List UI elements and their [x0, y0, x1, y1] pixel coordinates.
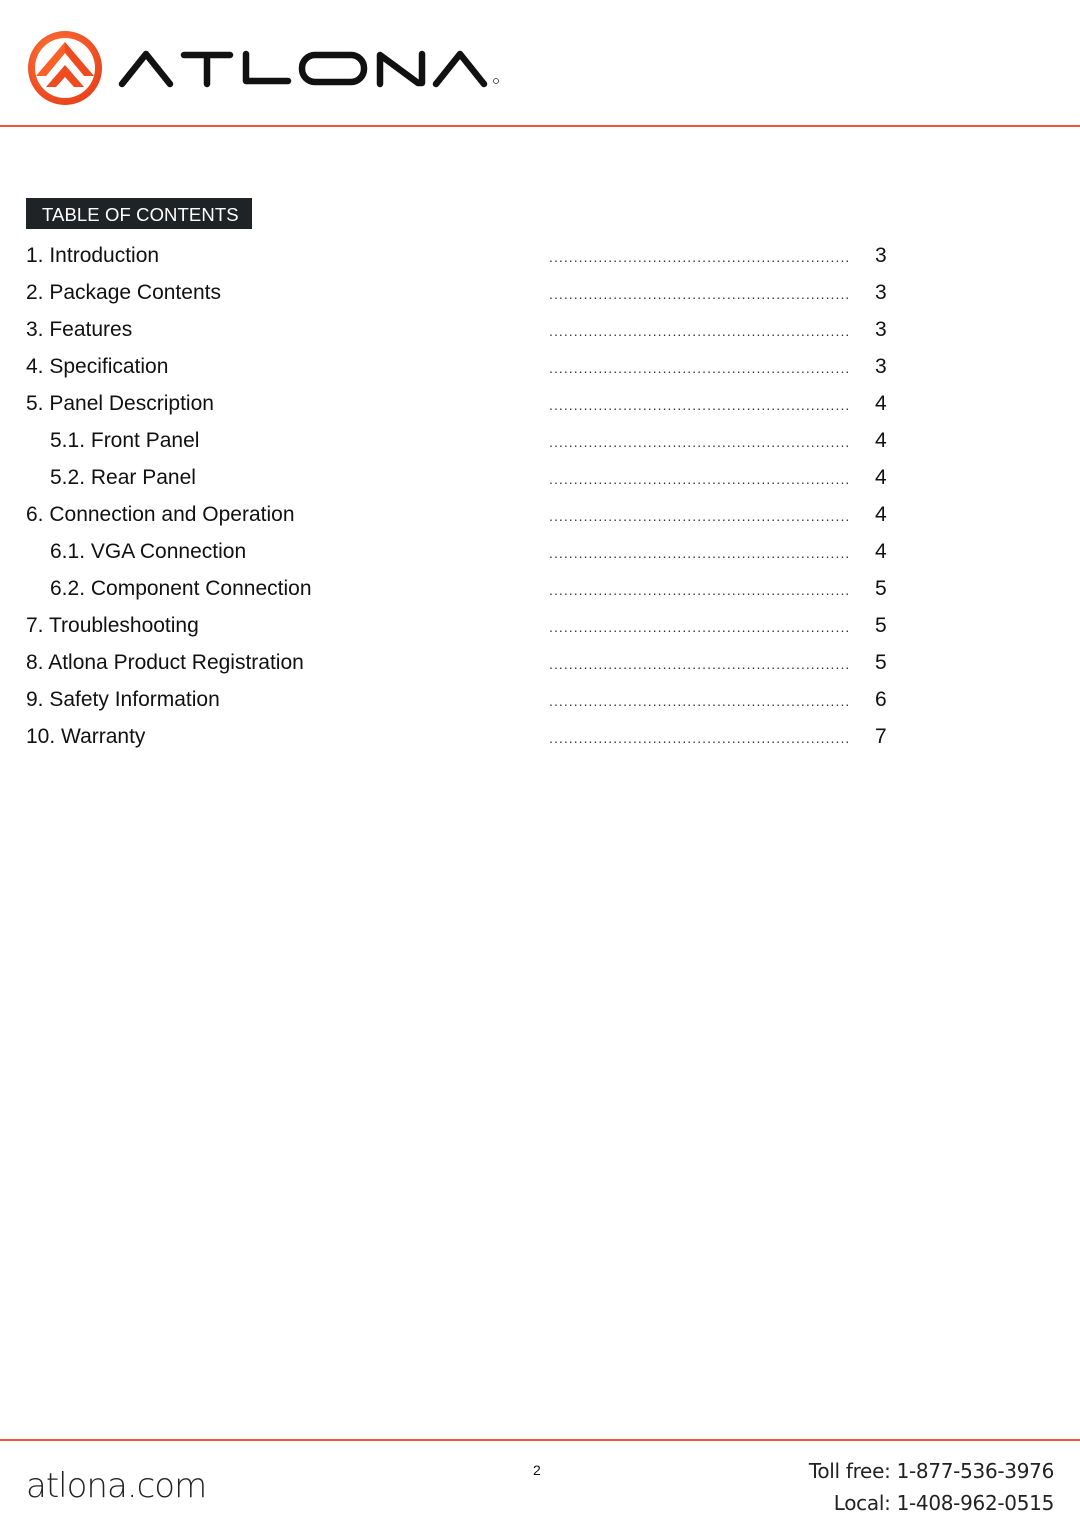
toc-entry-label[interactable]: 4. Specification	[26, 354, 168, 380]
toc-entry-label[interactable]: 7. Troubleshooting	[26, 613, 199, 639]
atlona-logo-icon	[28, 31, 102, 105]
toll-free-phone: Toll free: 1-877-536-3976	[808, 1459, 1054, 1483]
toc-entry[interactable]: 6.1. VGA Connection.....................…	[0, 534, 1080, 571]
toc-entry-page[interactable]: 4	[875, 465, 887, 491]
toc-entry-label[interactable]: 10. Warranty	[26, 724, 145, 750]
atlona-wordmark	[118, 50, 499, 88]
toc-entry-label[interactable]: 1. Introduction	[26, 243, 159, 269]
toc-entry-page[interactable]: 5	[875, 613, 887, 639]
toc-dot-leader: ........................................…	[549, 249, 851, 265]
toc-entry-label[interactable]: 6. Connection and Operation	[26, 502, 295, 528]
toc-dot-leader: ........................................…	[549, 582, 851, 598]
toc-entry[interactable]: 8. Atlona Product Registration..........…	[0, 645, 1080, 682]
toc-entry-page[interactable]: 6	[875, 687, 887, 713]
toc-entry-page[interactable]: 3	[875, 280, 887, 306]
toc-entry[interactable]: 7. Troubleshooting......................…	[0, 608, 1080, 645]
toc-entry-label[interactable]: 8. Atlona Product Registration	[26, 650, 304, 676]
toc-dot-leader: ........................................…	[549, 656, 851, 672]
toc-entry-label[interactable]: 6.1. VGA Connection	[50, 539, 246, 565]
toc-dot-leader: ........................................…	[549, 730, 851, 746]
toc-dot-leader: ........................................…	[549, 471, 851, 487]
toc-entry-label[interactable]: 9. Safety Information	[26, 687, 220, 713]
toc-dot-leader: ........................................…	[549, 323, 851, 339]
toc-entry-label[interactable]: 2. Package Contents	[26, 280, 221, 306]
toc-entry[interactable]: 5.2. Rear Panel.........................…	[0, 460, 1080, 497]
footer-divider	[0, 1439, 1080, 1441]
toc-entry[interactable]: 6.2. Component Connection...............…	[0, 571, 1080, 608]
toc-entry-label[interactable]: 5.2. Rear Panel	[50, 465, 196, 491]
toc-entry-page[interactable]: 4	[875, 539, 887, 565]
toc-entry[interactable]: 3. Features.............................…	[0, 312, 1080, 349]
toc-entry-label[interactable]: 5. Panel Description	[26, 391, 214, 417]
toc-entry[interactable]: 2. Package Contents.....................…	[0, 275, 1080, 312]
toc-entry[interactable]: 4. Specification........................…	[0, 349, 1080, 386]
toc-entry-page[interactable]: 4	[875, 428, 887, 454]
footer-contact: Toll free: 1-877-536-3976 Local: 1-408-9…	[809, 1455, 1054, 1519]
toc-entry-page[interactable]: 5	[875, 650, 887, 676]
toc-entry-page[interactable]: 4	[875, 391, 887, 417]
toc-entry-page[interactable]: 7	[875, 724, 887, 750]
toc-dot-leader: ........................................…	[549, 397, 851, 413]
table-of-contents: 1. Introduction.........................…	[0, 238, 1080, 756]
page-number: 2	[533, 1462, 541, 1478]
toc-entry-page[interactable]: 3	[875, 243, 887, 269]
toc-entry-label[interactable]: 6.2. Component Connection	[50, 576, 312, 602]
toc-entry[interactable]: 5. Panel Description....................…	[0, 386, 1080, 423]
toc-entry-page[interactable]: 5	[875, 576, 887, 602]
toc-dot-leader: ........................................…	[549, 508, 851, 524]
page-header	[0, 0, 1080, 128]
toc-heading: TABLE OF CONTENTS	[26, 198, 252, 229]
toc-dot-leader: ........................................…	[549, 545, 851, 561]
toc-dot-leader: ........................................…	[549, 434, 851, 450]
toc-entry-page[interactable]: 3	[875, 354, 887, 380]
toc-dot-leader: ........................................…	[549, 360, 851, 376]
toc-entry-label[interactable]: 3. Features	[26, 317, 132, 343]
toc-dot-leader: ........................................…	[549, 286, 851, 302]
toc-entry-label[interactable]: 5.1. Front Panel	[50, 428, 199, 454]
toc-dot-leader: ........................................…	[549, 693, 851, 709]
footer-website[interactable]: atlona.com	[26, 1462, 207, 1510]
local-phone: Local: 1-408-962-0515	[833, 1491, 1055, 1515]
toc-entry[interactable]: 10. Warranty............................…	[0, 719, 1080, 756]
toc-entry[interactable]: 5.1. Front Panel........................…	[0, 423, 1080, 460]
toc-entry[interactable]: 9. Safety Information...................…	[0, 682, 1080, 719]
header-divider	[0, 125, 1080, 127]
toc-entry[interactable]: 6. Connection and Operation.............…	[0, 497, 1080, 534]
toc-entry-page[interactable]: 3	[875, 317, 887, 343]
toc-entry[interactable]: 1. Introduction.........................…	[0, 238, 1080, 275]
toc-entry-page[interactable]: 4	[875, 502, 887, 528]
toc-dot-leader: ........................................…	[549, 619, 851, 635]
